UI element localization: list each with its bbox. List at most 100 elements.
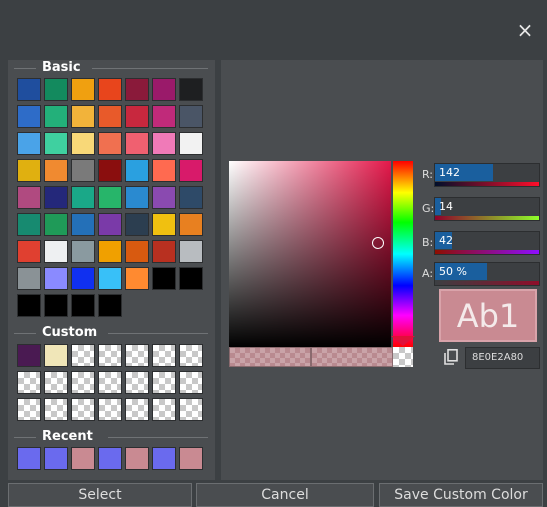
basic-color-swatch[interactable]: [17, 240, 41, 263]
saturation-value-area[interactable]: [229, 161, 391, 347]
basic-color-swatch[interactable]: [179, 186, 203, 209]
color-cursor[interactable]: [372, 237, 384, 249]
basic-color-swatch[interactable]: [71, 105, 95, 128]
basic-color-swatch[interactable]: [152, 213, 176, 236]
basic-color-swatch[interactable]: [71, 186, 95, 209]
custom-color-swatch[interactable]: [71, 344, 95, 367]
custom-color-swatch[interactable]: [179, 344, 203, 367]
channel-slider[interactable]: 14: [434, 197, 540, 221]
basic-color-swatch[interactable]: [125, 186, 149, 209]
basic-color-swatch[interactable]: [179, 105, 203, 128]
basic-color-swatch[interactable]: [98, 105, 122, 128]
hex-input[interactable]: 8E0E2A80: [465, 347, 540, 369]
basic-color-swatch[interactable]: [179, 159, 203, 182]
basic-color-swatch[interactable]: [17, 186, 41, 209]
basic-color-swatch[interactable]: [125, 240, 149, 263]
channel-slider[interactable]: 42: [434, 231, 540, 255]
basic-color-swatch[interactable]: [152, 267, 176, 290]
basic-color-swatch[interactable]: [71, 240, 95, 263]
basic-color-swatch[interactable]: [152, 159, 176, 182]
custom-color-swatch[interactable]: [71, 398, 95, 421]
basic-color-swatch[interactable]: [179, 213, 203, 236]
basic-color-swatch[interactable]: [98, 132, 122, 155]
basic-color-swatch[interactable]: [125, 267, 149, 290]
basic-color-swatch[interactable]: [71, 159, 95, 182]
custom-color-swatch[interactable]: [98, 371, 122, 394]
select-button[interactable]: Select: [8, 483, 192, 507]
basic-color-swatch[interactable]: [152, 132, 176, 155]
basic-color-swatch[interactable]: [152, 186, 176, 209]
custom-color-swatch[interactable]: [44, 344, 68, 367]
recent-color-swatch[interactable]: [179, 447, 203, 470]
custom-color-swatch[interactable]: [125, 344, 149, 367]
custom-color-swatch[interactable]: [44, 398, 68, 421]
basic-color-swatch[interactable]: [17, 159, 41, 182]
basic-color-swatch[interactable]: [71, 132, 95, 155]
basic-color-swatch[interactable]: [44, 240, 68, 263]
basic-color-swatch[interactable]: [17, 78, 41, 101]
recent-color-swatch[interactable]: [98, 447, 122, 470]
basic-color-swatch[interactable]: [17, 294, 41, 317]
basic-color-swatch[interactable]: [98, 159, 122, 182]
basic-color-swatch[interactable]: [179, 240, 203, 263]
basic-color-swatch[interactable]: [17, 267, 41, 290]
basic-color-swatch[interactable]: [44, 294, 68, 317]
custom-color-swatch[interactable]: [152, 371, 176, 394]
custom-color-swatch[interactable]: [125, 371, 149, 394]
channel-slider[interactable]: 142: [434, 163, 540, 187]
recent-color-swatch[interactable]: [71, 447, 95, 470]
basic-color-swatch[interactable]: [179, 78, 203, 101]
basic-color-swatch[interactable]: [152, 240, 176, 263]
basic-color-swatch[interactable]: [44, 213, 68, 236]
recent-color-swatch[interactable]: [44, 447, 68, 470]
basic-color-swatch[interactable]: [152, 105, 176, 128]
custom-color-swatch[interactable]: [98, 398, 122, 421]
recent-color-swatch[interactable]: [17, 447, 41, 470]
custom-color-swatch[interactable]: [152, 344, 176, 367]
custom-color-swatch[interactable]: [17, 344, 41, 367]
basic-color-swatch[interactable]: [98, 294, 122, 317]
basic-color-swatch[interactable]: [98, 240, 122, 263]
basic-color-swatch[interactable]: [71, 78, 95, 101]
basic-color-swatch[interactable]: [125, 213, 149, 236]
custom-color-swatch[interactable]: [179, 398, 203, 421]
basic-color-swatch[interactable]: [179, 267, 203, 290]
close-icon[interactable]: ×: [513, 18, 537, 42]
hue-slider[interactable]: [393, 161, 413, 347]
basic-color-swatch[interactable]: [44, 132, 68, 155]
basic-color-swatch[interactable]: [71, 267, 95, 290]
basic-color-swatch[interactable]: [98, 78, 122, 101]
copy-icon[interactable]: [444, 349, 458, 365]
recent-color-swatch[interactable]: [152, 447, 176, 470]
basic-color-swatch[interactable]: [125, 105, 149, 128]
custom-color-swatch[interactable]: [17, 398, 41, 421]
custom-color-swatch[interactable]: [179, 371, 203, 394]
basic-color-swatch[interactable]: [17, 213, 41, 236]
custom-color-swatch[interactable]: [152, 398, 176, 421]
custom-color-swatch[interactable]: [71, 371, 95, 394]
channel-slider[interactable]: 50 %: [434, 262, 540, 286]
basic-color-swatch[interactable]: [17, 132, 41, 155]
basic-color-swatch[interactable]: [44, 159, 68, 182]
custom-color-swatch[interactable]: [44, 371, 68, 394]
basic-color-swatch[interactable]: [44, 186, 68, 209]
basic-color-swatch[interactable]: [71, 294, 95, 317]
cancel-button[interactable]: Cancel: [196, 483, 374, 507]
basic-color-swatch[interactable]: [44, 105, 68, 128]
basic-color-swatch[interactable]: [44, 267, 68, 290]
basic-color-swatch[interactable]: [125, 132, 149, 155]
basic-color-swatch[interactable]: [17, 105, 41, 128]
basic-color-swatch[interactable]: [44, 78, 68, 101]
basic-color-swatch[interactable]: [98, 186, 122, 209]
basic-color-swatch[interactable]: [125, 78, 149, 101]
hue-slider-handle[interactable]: [391, 336, 415, 346]
basic-color-swatch[interactable]: [98, 213, 122, 236]
basic-color-swatch[interactable]: [98, 267, 122, 290]
basic-color-swatch[interactable]: [152, 78, 176, 101]
basic-color-swatch[interactable]: [179, 132, 203, 155]
recent-color-swatch[interactable]: [125, 447, 149, 470]
custom-color-swatch[interactable]: [98, 344, 122, 367]
custom-color-swatch[interactable]: [125, 398, 149, 421]
custom-color-swatch[interactable]: [17, 371, 41, 394]
basic-color-swatch[interactable]: [71, 213, 95, 236]
